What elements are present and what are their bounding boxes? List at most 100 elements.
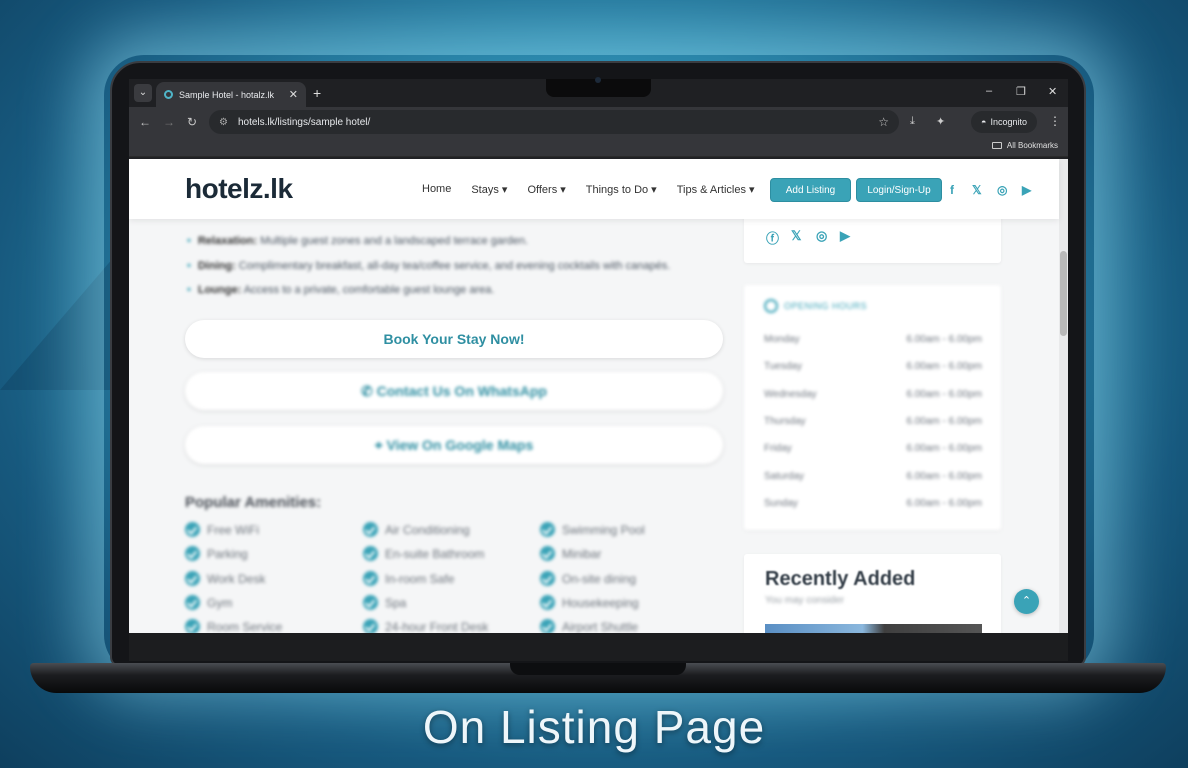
laptop-screen: ⌄ Sample Hotel - hotalz.lk ✕ + – ❐ ✕ ← →… [129,79,1068,661]
scrollbar-thumb[interactable] [1060,251,1067,336]
minimize-icon[interactable]: – [986,85,992,97]
main-nav: Home Stays ▾ Offers ▾ Things to Do ▾ Tip… [422,183,755,196]
amenity-label: Parking [207,546,248,561]
amenity-label: Minibar [562,546,602,561]
whatsapp-icon: ✆ [361,383,377,399]
instagram-icon[interactable]: ◎ [816,228,827,244]
hours-row: Monday 6.00am - 6.00pm [764,334,982,345]
address-bar-row: ← → ↻ ⚙ hotels.lk/listings/sample hotel/… [129,107,1068,137]
amenity-item: Air Conditioning [363,522,470,537]
all-bookmarks[interactable]: All Bookmarks [991,141,1058,150]
check-icon [540,619,555,633]
download-icon[interactable]: ⤓ [910,115,915,128]
new-tab-icon[interactable]: + [313,85,321,101]
hours-row: Tuesday 6.00am - 6.00pm [764,361,982,372]
login-signup-button[interactable]: Login/Sign-Up [856,178,942,202]
hours-row: Sunday 6.00am - 6.00pm [764,498,982,509]
time-label: 6.00am - 6.00pm [906,334,982,345]
caption-text: On Listing Page [422,701,766,753]
web-page: hotelz.lk Home Stays ▾ Offers ▾ Things t… [129,159,1068,633]
amenity-item: Gym [185,595,232,610]
recently-added-title: Recently Added [765,568,916,590]
amenity-item: Free WiFi [185,522,259,537]
nav-home[interactable]: Home [422,183,451,196]
google-maps-button[interactable]: ⌖ View On Google Maps [185,426,723,464]
opening-hours-card: OPENING HOURS Monday 6.00am - 6.00pm Tues… [744,285,1001,530]
extensions-icon[interactable]: ✦ [936,115,945,128]
nav-tips-articles[interactable]: Tips & Articles ▾ [677,183,755,196]
time-label: 6.00am - 6.00pm [906,389,982,400]
nav-things-to-do[interactable]: Things to Do ▾ [586,183,657,196]
x-icon[interactable]: 𝕏 [972,183,982,197]
check-icon [363,619,378,633]
time-label: 6.00am - 6.00pm [906,361,982,372]
url-field[interactable]: ⚙ hotels.lk/listings/sample hotel/ ☆ [209,110,899,134]
nav-offers[interactable]: Offers ▾ [527,183,565,196]
site-logo[interactable]: hotelz.lk [185,173,293,205]
opening-hours-title: OPENING HOURS [784,301,868,311]
check-icon [363,595,378,610]
add-listing-button[interactable]: Add Listing [770,178,851,202]
tab-search-icon[interactable]: ⌄ [134,84,152,102]
nav-stays[interactable]: Stays ▾ [471,183,507,196]
hours-row: Saturday 6.00am - 6.00pm [764,471,982,482]
bookmark-star-icon[interactable]: ☆ [878,115,889,129]
list-item: Relaxation: Multiple guest zones and a l… [187,229,670,254]
site-header: hotelz.lk Home Stays ▾ Offers ▾ Things t… [129,159,1059,219]
amenity-label: Airport Shuttle [562,619,639,634]
scroll-to-top-button[interactable]: ⌃ [1014,589,1039,614]
scrollbar[interactable] [1059,159,1068,633]
restore-icon[interactable]: ❐ [1016,85,1026,98]
amenity-label: Housekeeping [562,595,639,610]
instagram-icon[interactable]: ◎ [997,183,1007,197]
incognito-label: Incognito [990,117,1027,127]
time-label: 6.00am - 6.00pm [906,498,982,509]
whatsapp-label: Contact Us On WhatsApp [376,383,547,399]
amenity-item: Housekeeping [540,595,639,610]
close-window-icon[interactable]: ✕ [1048,85,1057,98]
youtube-icon[interactable]: ▶ [840,228,850,244]
incognito-badge[interactable]: ◓ Incognito [971,111,1037,133]
map-icon: ⌖ [374,437,387,453]
amenity-label: Room Service [207,619,283,634]
listing-thumbnail[interactable] [765,624,982,633]
url-text: hotels.lk/listings/sample hotel/ [237,116,371,128]
time-label: 6.00am - 6.00pm [906,443,982,454]
time-label: 6.00am - 6.00pm [906,416,982,427]
check-icon [185,619,200,633]
day-label: Monday [764,334,800,345]
recently-added-card: Recently Added You may consider [744,554,1001,633]
close-tab-icon[interactable]: ✕ [289,88,298,101]
youtube-icon[interactable]: ▶ [1022,183,1031,197]
clock-icon [764,299,778,313]
browser-tab[interactable]: Sample Hotel - hotalz.lk ✕ [156,82,306,107]
site-info-icon[interactable]: ⚙ [219,117,228,128]
maps-label: View On Google Maps [386,437,534,453]
feature-title: Relaxation: [197,235,258,247]
reload-icon[interactable]: ↻ [187,115,197,129]
whatsapp-button[interactable]: ✆ Contact Us On WhatsApp [185,372,723,410]
x-icon[interactable]: 𝕏 [791,228,801,244]
amenity-item: Swimming Pool [540,522,645,537]
facebook-icon[interactable]: f [950,183,954,197]
forward-icon[interactable]: → [163,115,175,129]
check-icon [363,546,378,561]
book-stay-button[interactable]: Book Your Stay Now! [185,320,723,358]
amenity-item: Spa [363,595,406,610]
menu-icon[interactable]: ⋮ [1049,114,1061,128]
list-item: Dining: Complimentary breakfast, all-day… [187,254,670,279]
check-icon [540,571,555,586]
amenity-label: 24-hour Front Desk [385,619,489,634]
amenity-label: Work Desk [207,571,266,586]
hours-row: Thursday 6.00am - 6.00pm [764,416,982,427]
amenity-item: On-site dining [540,571,636,586]
day-label: Saturday [764,471,805,482]
incognito-icon: ◓ [981,117,987,127]
back-icon[interactable]: ← [139,115,151,129]
facebook-icon[interactable]: ⓕ [766,228,779,247]
hours-row: Friday 6.00am - 6.00pm [764,443,982,454]
feature-text: Access to a private, comfortable guest l… [241,284,495,296]
amenity-label: Spa [385,595,407,610]
opening-hours-header: OPENING HOURS [764,299,867,313]
amenity-item: Work Desk [185,571,265,586]
